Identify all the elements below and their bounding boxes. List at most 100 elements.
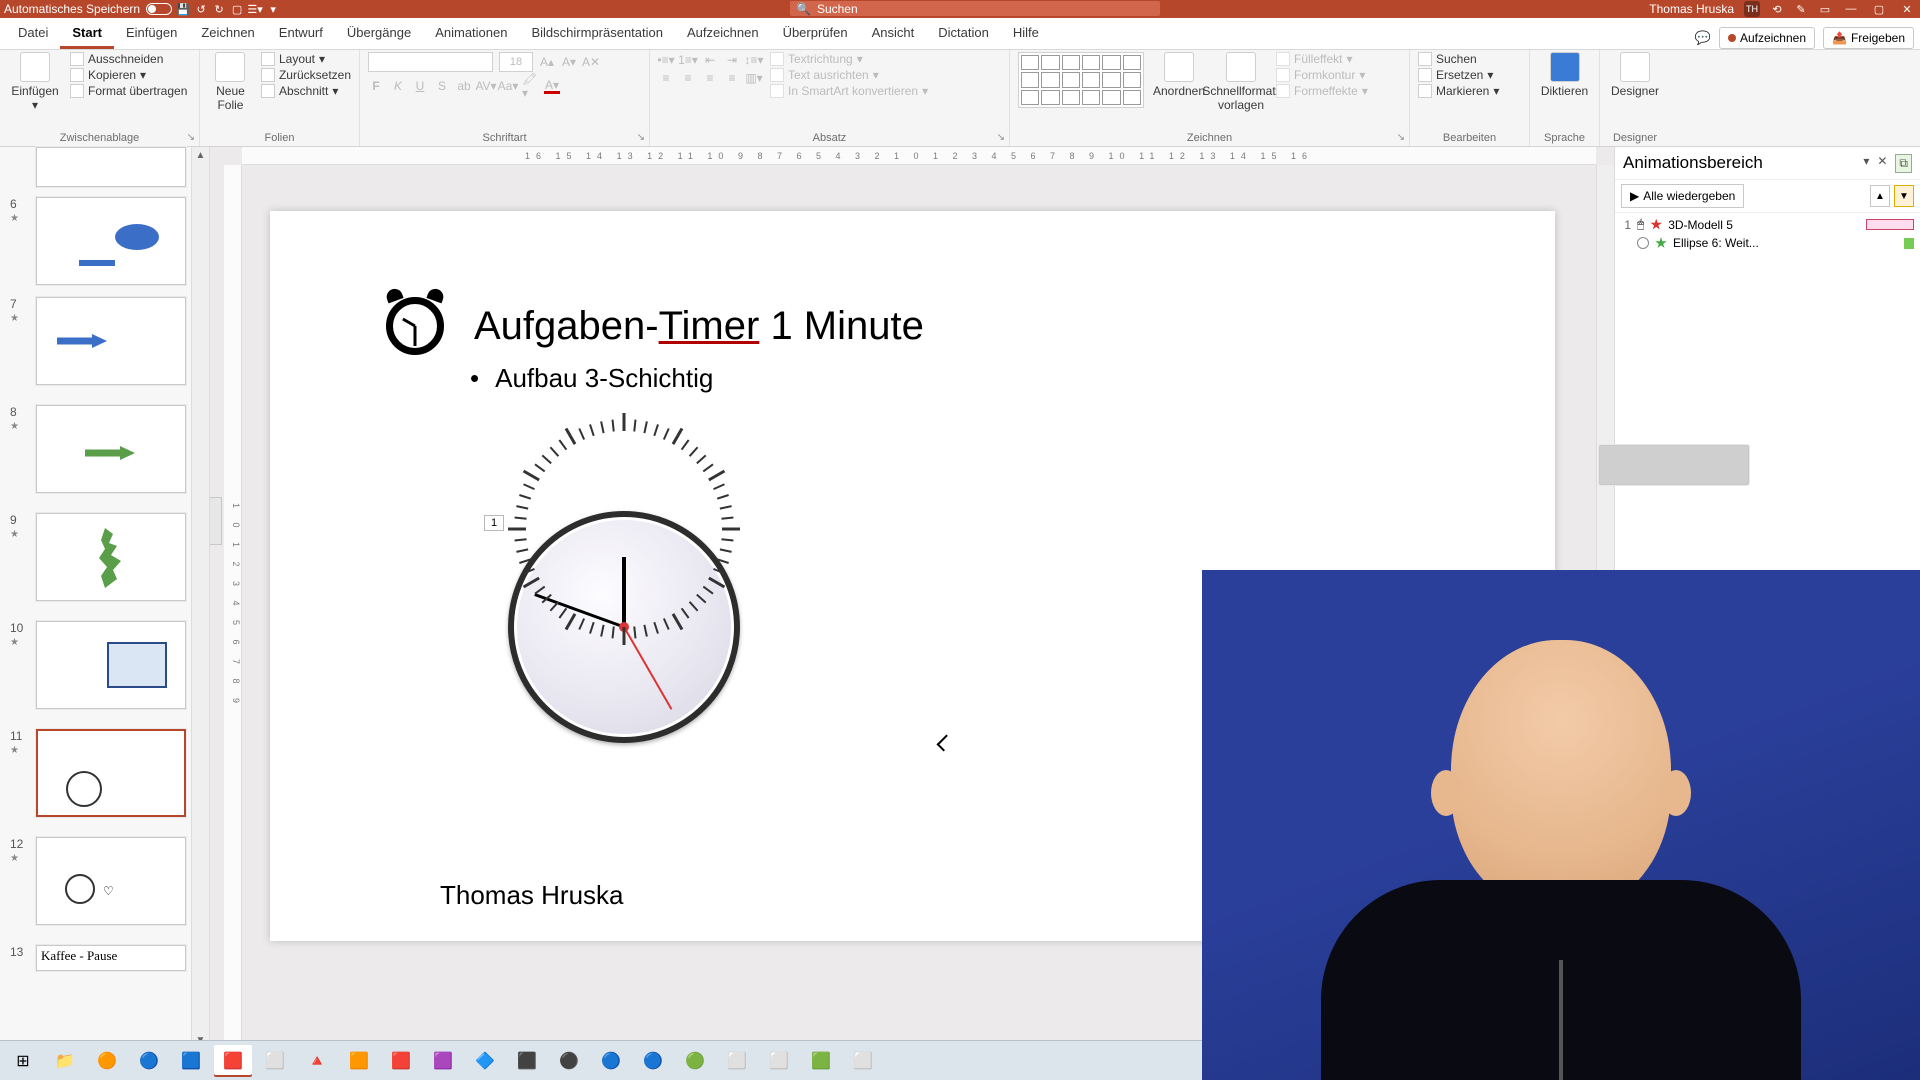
comments-icon[interactable]: 💬 bbox=[1695, 30, 1711, 46]
font-size-combo[interactable]: 18 bbox=[499, 52, 533, 72]
close-icon[interactable]: ✕ bbox=[1877, 154, 1887, 173]
play-all-button[interactable]: ▶Alle wiedergeben bbox=[1621, 184, 1744, 208]
animation-order-tag[interactable]: 1 bbox=[484, 515, 504, 531]
scroll-up-icon[interactable]: ▲ bbox=[192, 147, 209, 163]
from-beginning-icon[interactable]: ▢ bbox=[230, 2, 244, 16]
taskbar-app-icon[interactable]: ⚫ bbox=[550, 1045, 588, 1077]
arrange-button[interactable]: Anordnen bbox=[1152, 52, 1206, 98]
reset-button[interactable]: Zurücksetzen bbox=[261, 68, 351, 82]
taskbar-app-icon[interactable]: ⬜ bbox=[718, 1045, 756, 1077]
format-painter-button[interactable]: Format übertragen bbox=[70, 84, 187, 98]
taskbar-app-icon[interactable]: 🟥 bbox=[382, 1045, 420, 1077]
taskbar-chrome-icon[interactable]: 🔵 bbox=[130, 1045, 168, 1077]
slide-title[interactable]: Aufgaben-Timer 1 Minute bbox=[380, 291, 924, 361]
cloud-sync-icon[interactable]: ⟲ bbox=[1770, 2, 1784, 16]
shape-effects-button[interactable]: Formeffekte▾ bbox=[1276, 84, 1368, 98]
taskbar-app-icon[interactable]: ⬜ bbox=[844, 1045, 882, 1077]
quick-styles-button[interactable]: Schnellformat- vorlagen bbox=[1214, 52, 1268, 112]
dialog-launcher-icon[interactable]: ↘ bbox=[997, 132, 1005, 143]
paste-button[interactable]: Einfügen▾ bbox=[8, 52, 62, 112]
shape-fill-button[interactable]: Fülleffekt▾ bbox=[1276, 52, 1368, 66]
bold-button[interactable]: F bbox=[368, 78, 384, 94]
slide-thumbnail[interactable]: Kaffee - Pause bbox=[36, 945, 186, 971]
taskbar-explorer-icon[interactable]: 📁 bbox=[46, 1045, 84, 1077]
align-left-button[interactable]: ≡ bbox=[658, 70, 674, 86]
tab-hilfe[interactable]: Hilfe bbox=[1001, 19, 1051, 49]
copy-button[interactable]: Kopieren▾ bbox=[70, 68, 187, 82]
taskbar-outlook-icon[interactable]: 🟦 bbox=[172, 1045, 210, 1077]
new-slide-button[interactable]: Neue Folie bbox=[208, 52, 253, 112]
select-button[interactable]: Markieren▾ bbox=[1418, 84, 1499, 98]
align-center-button[interactable]: ≡ bbox=[680, 70, 696, 86]
taskbar-firefox-icon[interactable]: 🟠 bbox=[88, 1045, 126, 1077]
tab-zeichnen[interactable]: Zeichnen bbox=[189, 19, 266, 49]
cut-button[interactable]: Ausschneiden bbox=[70, 52, 187, 66]
redo-icon[interactable]: ↻ bbox=[212, 2, 226, 16]
taskbar-app-icon[interactable]: 🔷 bbox=[466, 1045, 504, 1077]
thumbnail-scrollbar[interactable]: ▲ ▼ bbox=[191, 147, 209, 1048]
taskbar-app-icon[interactable]: ⬜ bbox=[760, 1045, 798, 1077]
smartart-button[interactable]: In SmartArt konvertieren▾ bbox=[770, 84, 928, 98]
change-case-button[interactable]: Aa▾ bbox=[500, 78, 516, 94]
chevron-down-icon[interactable]: ▾ bbox=[1863, 154, 1869, 173]
undo-icon[interactable]: ↺ bbox=[194, 2, 208, 16]
animation-item[interactable]: 1 🖱 3D-Modell 5 bbox=[1621, 215, 1914, 234]
shapes-gallery[interactable] bbox=[1018, 52, 1144, 108]
columns-button[interactable]: ▥▾ bbox=[746, 70, 762, 86]
tab-start[interactable]: Start bbox=[60, 19, 114, 49]
taskbar-app-icon[interactable]: 🔵 bbox=[634, 1045, 672, 1077]
taskbar-app-icon[interactable]: ⬜ bbox=[256, 1045, 294, 1077]
slide-thumbnail[interactable] bbox=[36, 513, 186, 601]
increase-font-icon[interactable]: A▴ bbox=[539, 54, 555, 70]
taskbar-excel-icon[interactable]: 🟩 bbox=[802, 1045, 840, 1077]
increase-indent-button[interactable]: ⇥ bbox=[724, 52, 740, 68]
minimize-button[interactable]: — bbox=[1842, 0, 1860, 18]
slide-thumbnail[interactable] bbox=[36, 147, 186, 187]
close-button[interactable]: ✕ bbox=[1898, 0, 1916, 18]
slide-thumbnail[interactable]: ♡ bbox=[36, 837, 186, 925]
autosave-toggle[interactable]: Automatisches Speichern bbox=[4, 2, 172, 16]
align-text-button[interactable]: Text ausrichten▾ bbox=[770, 68, 928, 82]
tab-einfuegen[interactable]: Einfügen bbox=[114, 19, 189, 49]
dialog-launcher-icon[interactable]: ↘ bbox=[637, 132, 645, 143]
clear-format-icon[interactable]: A✕ bbox=[583, 54, 599, 70]
dictate-button[interactable]: Diktieren bbox=[1538, 52, 1591, 98]
taskbar-edge-icon[interactable]: 🟢 bbox=[676, 1045, 714, 1077]
dialog-launcher-icon[interactable]: ↘ bbox=[1397, 132, 1405, 143]
line-spacing-button[interactable]: ↕≡▾ bbox=[746, 52, 762, 68]
taskbar-app-icon[interactable]: ⬛ bbox=[508, 1045, 546, 1077]
font-family-combo[interactable] bbox=[368, 52, 493, 72]
record-button[interactable]: Aufzeichnen bbox=[1719, 27, 1815, 49]
ribbon-options-icon[interactable]: ▭ bbox=[1818, 2, 1832, 16]
move-up-button[interactable]: ▲ bbox=[1870, 185, 1890, 207]
search-input[interactable]: 🔍 Suchen bbox=[790, 1, 1160, 16]
bullet-item[interactable]: Aufbau 3-Schichtig bbox=[470, 363, 713, 394]
taskbar-app-icon[interactable]: 🔵 bbox=[592, 1045, 630, 1077]
tab-animationen[interactable]: Animationen bbox=[423, 19, 519, 49]
taskbar-onenote-icon[interactable]: 🟪 bbox=[424, 1045, 462, 1077]
maximize-button[interactable]: ▢ bbox=[1870, 0, 1888, 18]
justify-button[interactable]: ≡ bbox=[724, 70, 740, 86]
italic-button[interactable]: K bbox=[390, 78, 406, 94]
underline-button[interactable]: U bbox=[412, 78, 428, 94]
move-down-button[interactable]: ▼ bbox=[1894, 185, 1914, 207]
replace-button[interactable]: Ersetzen▾ bbox=[1418, 68, 1499, 82]
char-spacing-button[interactable]: AV▾ bbox=[478, 78, 494, 94]
decrease-indent-button[interactable]: ⇤ bbox=[702, 52, 718, 68]
avatar[interactable]: TH bbox=[1744, 1, 1760, 17]
numbering-button[interactable]: 1≡▾ bbox=[680, 52, 696, 68]
slide-thumbnail[interactable] bbox=[36, 297, 186, 385]
tab-uebergaenge[interactable]: Übergänge bbox=[335, 19, 423, 49]
tab-bildschirmpraesentation[interactable]: Bildschirmpräsentation bbox=[519, 19, 675, 49]
outline-handle[interactable] bbox=[210, 497, 222, 545]
layout-button[interactable]: Layout▾ bbox=[261, 52, 351, 66]
scroll-thumb[interactable] bbox=[1599, 445, 1749, 485]
slide-thumbnail-active[interactable] bbox=[36, 729, 186, 817]
shadow-button[interactable]: ab bbox=[456, 78, 472, 94]
start-button[interactable]: ⊞ bbox=[4, 1045, 42, 1077]
touch-mode-icon[interactable]: ☰▾ bbox=[248, 2, 262, 16]
align-right-button[interactable]: ≡ bbox=[702, 70, 718, 86]
clock-3d-model[interactable] bbox=[508, 511, 740, 743]
decrease-font-icon[interactable]: A▾ bbox=[561, 54, 577, 70]
highlight-button[interactable]: 🖍▾ bbox=[522, 78, 538, 94]
